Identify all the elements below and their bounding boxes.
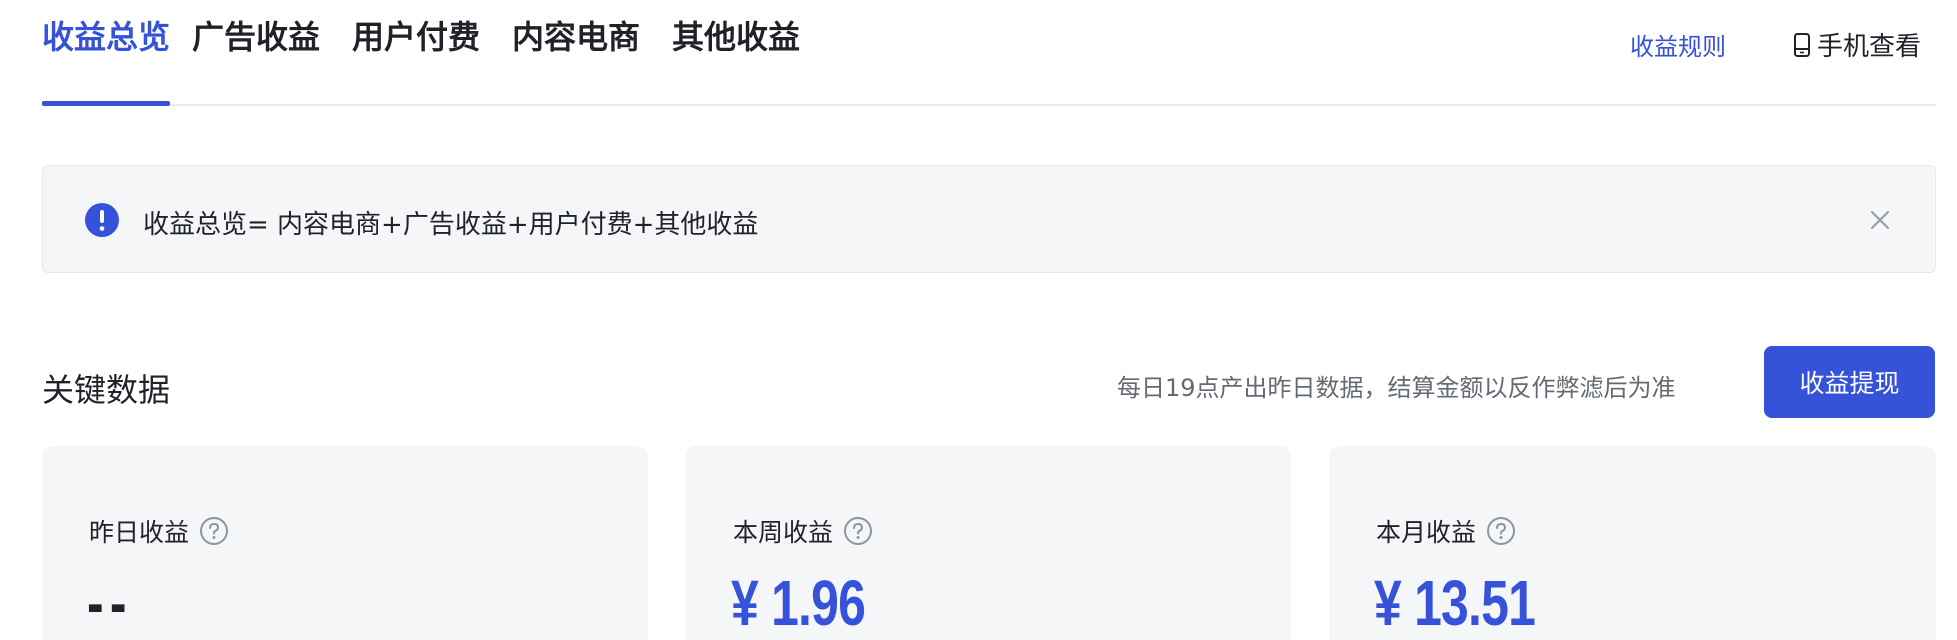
card-label: 昨日收益: [89, 513, 229, 549]
tab-earnings-overview[interactable]: 收益总览: [42, 12, 171, 106]
earnings-rules-link[interactable]: 收益规则: [1630, 27, 1726, 62]
tab-other-earnings[interactable]: 其他收益: [672, 12, 800, 104]
data-update-note: 每日19点产出昨日数据，结算金额以反作弊滤后为准: [1117, 374, 1676, 402]
card-yesterday-earnings: 昨日收益 --: [42, 446, 648, 640]
card-label-text: 本月收益: [1376, 518, 1477, 547]
mobile-view-label: 手机查看: [1817, 32, 1922, 62]
question-circle-icon[interactable]: [1486, 516, 1516, 546]
question-circle-icon[interactable]: [843, 516, 873, 546]
tab-ad-earnings[interactable]: 广告收益: [192, 12, 320, 104]
card-label-text: 昨日收益: [89, 518, 190, 547]
card-value: --: [87, 567, 133, 639]
card-value: ¥ 1.96: [731, 567, 866, 639]
tab-user-payments[interactable]: 用户付费: [352, 12, 480, 104]
phone-icon: [1794, 32, 1810, 57]
section-title: 关键数据: [42, 371, 171, 409]
question-circle-icon[interactable]: [199, 516, 229, 546]
exclamation-circle-icon: [85, 203, 119, 237]
card-label: 本月收益: [1376, 513, 1516, 549]
mobile-view-button[interactable]: 手机查看: [1793, 26, 1921, 63]
tab-content-ecommerce[interactable]: 内容电商: [512, 12, 640, 104]
card-label-text: 本周收益: [733, 518, 834, 547]
card-weekly-earnings: 本周收益 ¥ 1.96: [686, 446, 1291, 640]
card-label: 本周收益: [733, 513, 873, 549]
card-monthly-earnings: 本月收益 ¥ 13.51: [1329, 446, 1936, 640]
notice-text: 收益总览= 内容电商+广告收益+用户付费+其他收益: [143, 210, 759, 240]
earnings-page: 收益总览 广告收益 用户付费 内容电商 其他收益 收益规则 手机查看 收益总览=…: [0, 0, 1957, 640]
close-icon[interactable]: [1865, 205, 1895, 235]
card-value: ¥ 13.51: [1374, 567, 1536, 639]
withdraw-button[interactable]: 收益提现: [1764, 346, 1935, 418]
formula-notice: 收益总览= 内容电商+广告收益+用户付费+其他收益: [42, 165, 1936, 273]
